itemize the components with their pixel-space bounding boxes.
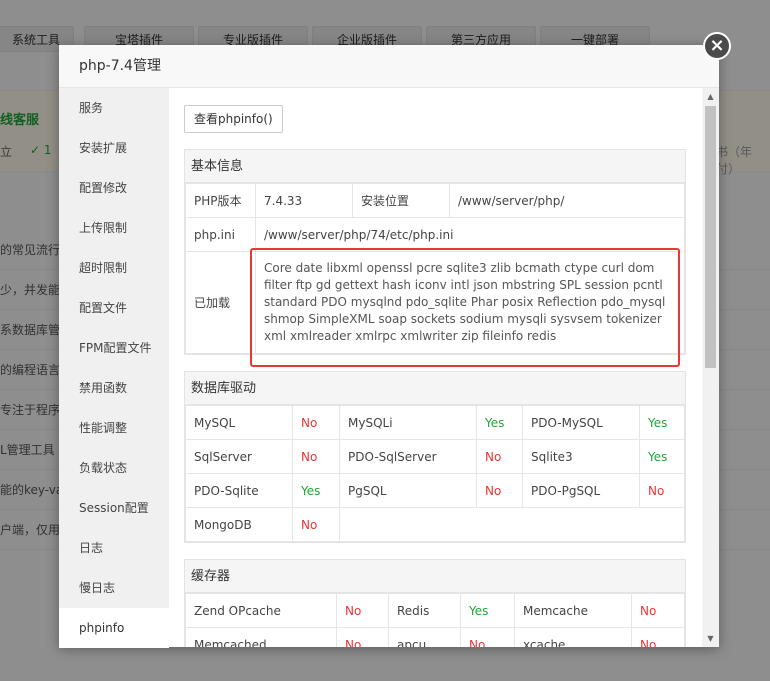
driver-status: No: [292, 439, 340, 474]
sidebar-item-fpm-config[interactable]: FPM配置文件: [59, 328, 169, 368]
driver-status: No: [476, 473, 523, 508]
driver-status: No: [476, 439, 523, 474]
cache-table: Zend OPcache No Redis Yes Memcache No Me…: [185, 593, 685, 647]
close-button[interactable]: ×: [703, 32, 731, 60]
phpinfo-panel: 查看phpinfo() 基本信息 PHP版本 7.4.33 安装位置 /www/…: [169, 88, 719, 647]
sidebar-item-phpinfo[interactable]: phpinfo: [59, 608, 169, 648]
cache-status: No: [336, 627, 389, 647]
sidebar-item-disabled-functions[interactable]: 禁用函数: [59, 368, 169, 408]
install-path-label: 安装位置: [352, 183, 450, 218]
scroll-down-icon[interactable]: ▼: [702, 630, 719, 647]
php-manager-dialog: php-7.4管理 服务 安装扩展 配置修改 上传限制 超时限制 配置文件 FP…: [59, 45, 719, 648]
basic-info-table: PHP版本 7.4.33 安装位置 /www/server/php/ php.i…: [185, 183, 685, 354]
driver-name: MySQL: [185, 405, 293, 440]
scrollbar-thumb[interactable]: [705, 106, 716, 368]
driver-status: Yes: [639, 405, 685, 440]
table-row: MongoDB No: [185, 507, 685, 542]
scroll-up-icon[interactable]: ▲: [702, 88, 719, 105]
sidebar-item-timeout-limit[interactable]: 超时限制: [59, 248, 169, 288]
loaded-label: 已加载: [185, 251, 256, 354]
cache-section: 缓存器 Zend OPcache No Redis Yes Memcache N…: [184, 559, 686, 647]
sidebar-item-performance[interactable]: 性能调整: [59, 408, 169, 448]
close-icon: ×: [709, 35, 725, 56]
sidebar-item-service[interactable]: 服务: [59, 88, 169, 128]
section-title: 基本信息: [185, 150, 685, 183]
driver-status: Yes: [476, 405, 523, 440]
cache-name: Redis: [388, 593, 461, 628]
sidebar-item-upload-limit[interactable]: 上传限制: [59, 208, 169, 248]
install-path-value: /www/server/php/: [449, 183, 685, 218]
driver-status: No: [292, 405, 340, 440]
driver-status: No: [639, 473, 685, 508]
vertical-scrollbar[interactable]: ▲ ▼: [702, 88, 719, 647]
driver-name: MongoDB: [185, 507, 293, 542]
sidebar-item-session-config[interactable]: Session配置: [59, 488, 169, 528]
cache-status: No: [631, 627, 685, 647]
sidebar-item-config-file[interactable]: 配置文件: [59, 288, 169, 328]
driver-name: PDO-PgSQL: [522, 473, 640, 508]
table-row: SqlServer No PDO-SqlServer No Sqlite3 Ye…: [185, 439, 685, 474]
table-row: Zend OPcache No Redis Yes Memcache No: [185, 593, 685, 628]
sidebar-menu: 服务 安装扩展 配置修改 上传限制 超时限制 配置文件 FPM配置文件 禁用函数…: [59, 88, 169, 648]
driver-name: MySQLi: [339, 405, 477, 440]
table-row: PDO-Sqlite Yes PgSQL No PDO-PgSQL No: [185, 473, 685, 508]
cache-name: Memcached: [185, 627, 337, 647]
php-ini-label: php.ini: [185, 217, 256, 252]
phpinfo-scroll-area: 查看phpinfo() 基本信息 PHP版本 7.4.33 安装位置 /www/…: [184, 105, 686, 647]
php-ini-path: /www/server/php/74/etc/php.ini: [255, 217, 685, 252]
dialog-title: php-7.4管理: [59, 45, 719, 88]
driver-name: PDO-MySQL: [522, 405, 640, 440]
table-row: MySQL No MySQLi Yes PDO-MySQL Yes: [185, 405, 685, 440]
driver-name: PDO-Sqlite: [185, 473, 293, 508]
loaded-extensions: Core date libxml openssl pcre sqlite3 zl…: [255, 251, 685, 354]
cache-status: No: [460, 627, 515, 647]
driver-name: SqlServer: [185, 439, 293, 474]
basic-info-section: 基本信息 PHP版本 7.4.33 安装位置 /www/server/php/ …: [184, 149, 686, 355]
sidebar-item-log[interactable]: 日志: [59, 528, 169, 568]
view-phpinfo-button[interactable]: 查看phpinfo(): [184, 105, 283, 133]
empty-cell: [339, 507, 685, 542]
driver-status: Yes: [292, 473, 340, 508]
driver-name: PDO-SqlServer: [339, 439, 477, 474]
sidebar-item-load-status[interactable]: 负载状态: [59, 448, 169, 488]
table-row: Memcached No apcu No xcache No: [185, 627, 685, 647]
cache-name: Memcache: [514, 593, 632, 628]
cache-status: No: [631, 593, 685, 628]
php-version-label: PHP版本: [185, 183, 256, 218]
sidebar-item-install-extension[interactable]: 安装扩展: [59, 128, 169, 168]
sidebar-item-config-edit[interactable]: 配置修改: [59, 168, 169, 208]
driver-status: No: [292, 507, 340, 542]
cache-status: No: [336, 593, 389, 628]
db-driver-table: MySQL No MySQLi Yes PDO-MySQL Yes SqlSer…: [185, 405, 685, 542]
cache-name: apcu: [388, 627, 461, 647]
section-title: 缓存器: [185, 560, 685, 593]
driver-name: PgSQL: [339, 473, 477, 508]
cache-name: Zend OPcache: [185, 593, 337, 628]
sidebar-item-slow-log[interactable]: 慢日志: [59, 568, 169, 608]
db-driver-section: 数据库驱动 MySQL No MySQLi Yes PDO-MySQL Yes …: [184, 371, 686, 543]
cache-status: Yes: [460, 593, 515, 628]
section-title: 数据库驱动: [185, 372, 685, 405]
driver-name: Sqlite3: [522, 439, 640, 474]
driver-status: Yes: [639, 439, 685, 474]
cache-name: xcache: [514, 627, 632, 647]
php-version-value: 7.4.33: [255, 183, 353, 218]
